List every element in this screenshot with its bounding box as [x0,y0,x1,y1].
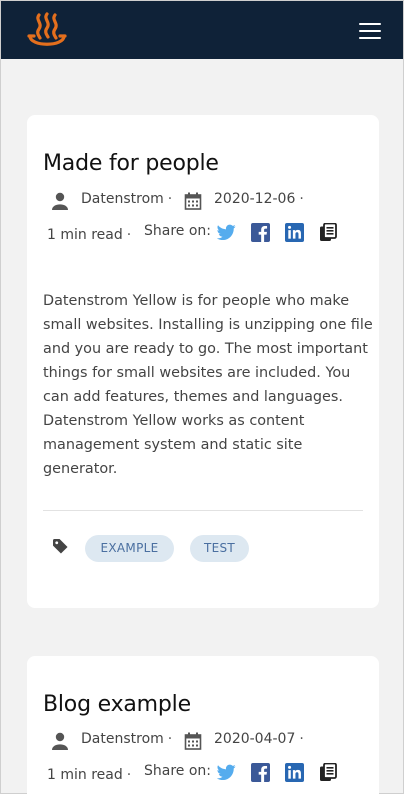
post-card: Blog example Datenstrom · 2020-04-07 · 1 m… [27,656,379,794]
post-date: 2020-12-06 [214,191,296,207]
calendar-icon [184,732,202,750]
navbar [1,1,403,59]
menu-bar [359,30,381,32]
separator: · [299,731,304,747]
read-time: 1 min read [47,227,123,243]
post-card: Made for people Datenstrom · 2020-12-06 · … [27,115,379,608]
hamburger-menu-icon[interactable] [359,23,381,39]
separator: · [299,191,304,207]
post-author[interactable]: Datenstrom [81,731,164,747]
tag-test[interactable]: TEST [190,535,249,562]
share-label: Share on: [144,223,212,239]
separator: · [167,191,173,207]
post-title[interactable]: Made for people [43,151,219,176]
post-date-line: 2020-04-07 · [214,731,304,747]
post-author[interactable]: Datenstrom [81,191,164,207]
hot-spring-logo-icon [27,12,67,46]
user-icon [52,192,68,210]
separator: · [126,227,132,243]
copy-icon[interactable] [319,223,337,242]
twitter-icon[interactable] [217,764,236,781]
divider [43,510,363,511]
facebook-icon[interactable] [251,763,270,782]
separator: · [126,767,132,783]
read-time-line: 1 min read · [47,227,131,243]
post-date: 2020-04-07 [214,731,296,747]
post-author-line: Datenstrom · [81,731,172,747]
post-date-line: 2020-12-06 · [214,191,304,207]
copy-icon[interactable] [319,763,337,782]
linkedin-icon[interactable] [285,763,304,782]
post-body: Datenstrom Yellow is for people who make… [43,293,373,477]
site-logo[interactable] [25,9,69,53]
twitter-icon[interactable] [217,224,236,241]
linkedin-icon[interactable] [285,223,304,242]
tag-icon [53,539,68,554]
tag-example[interactable]: EXAMPLE [85,535,174,562]
menu-bar [359,23,381,25]
separator: · [167,731,173,747]
share-label: Share on: [144,763,212,779]
post-title[interactable]: Blog example [43,692,191,717]
user-icon [52,732,68,750]
calendar-icon [184,192,202,210]
menu-bar [359,37,381,39]
read-time-line: 1 min read · [47,767,131,783]
post-author-line: Datenstrom · [81,191,172,207]
read-time: 1 min read [47,767,123,783]
facebook-icon[interactable] [251,223,270,242]
